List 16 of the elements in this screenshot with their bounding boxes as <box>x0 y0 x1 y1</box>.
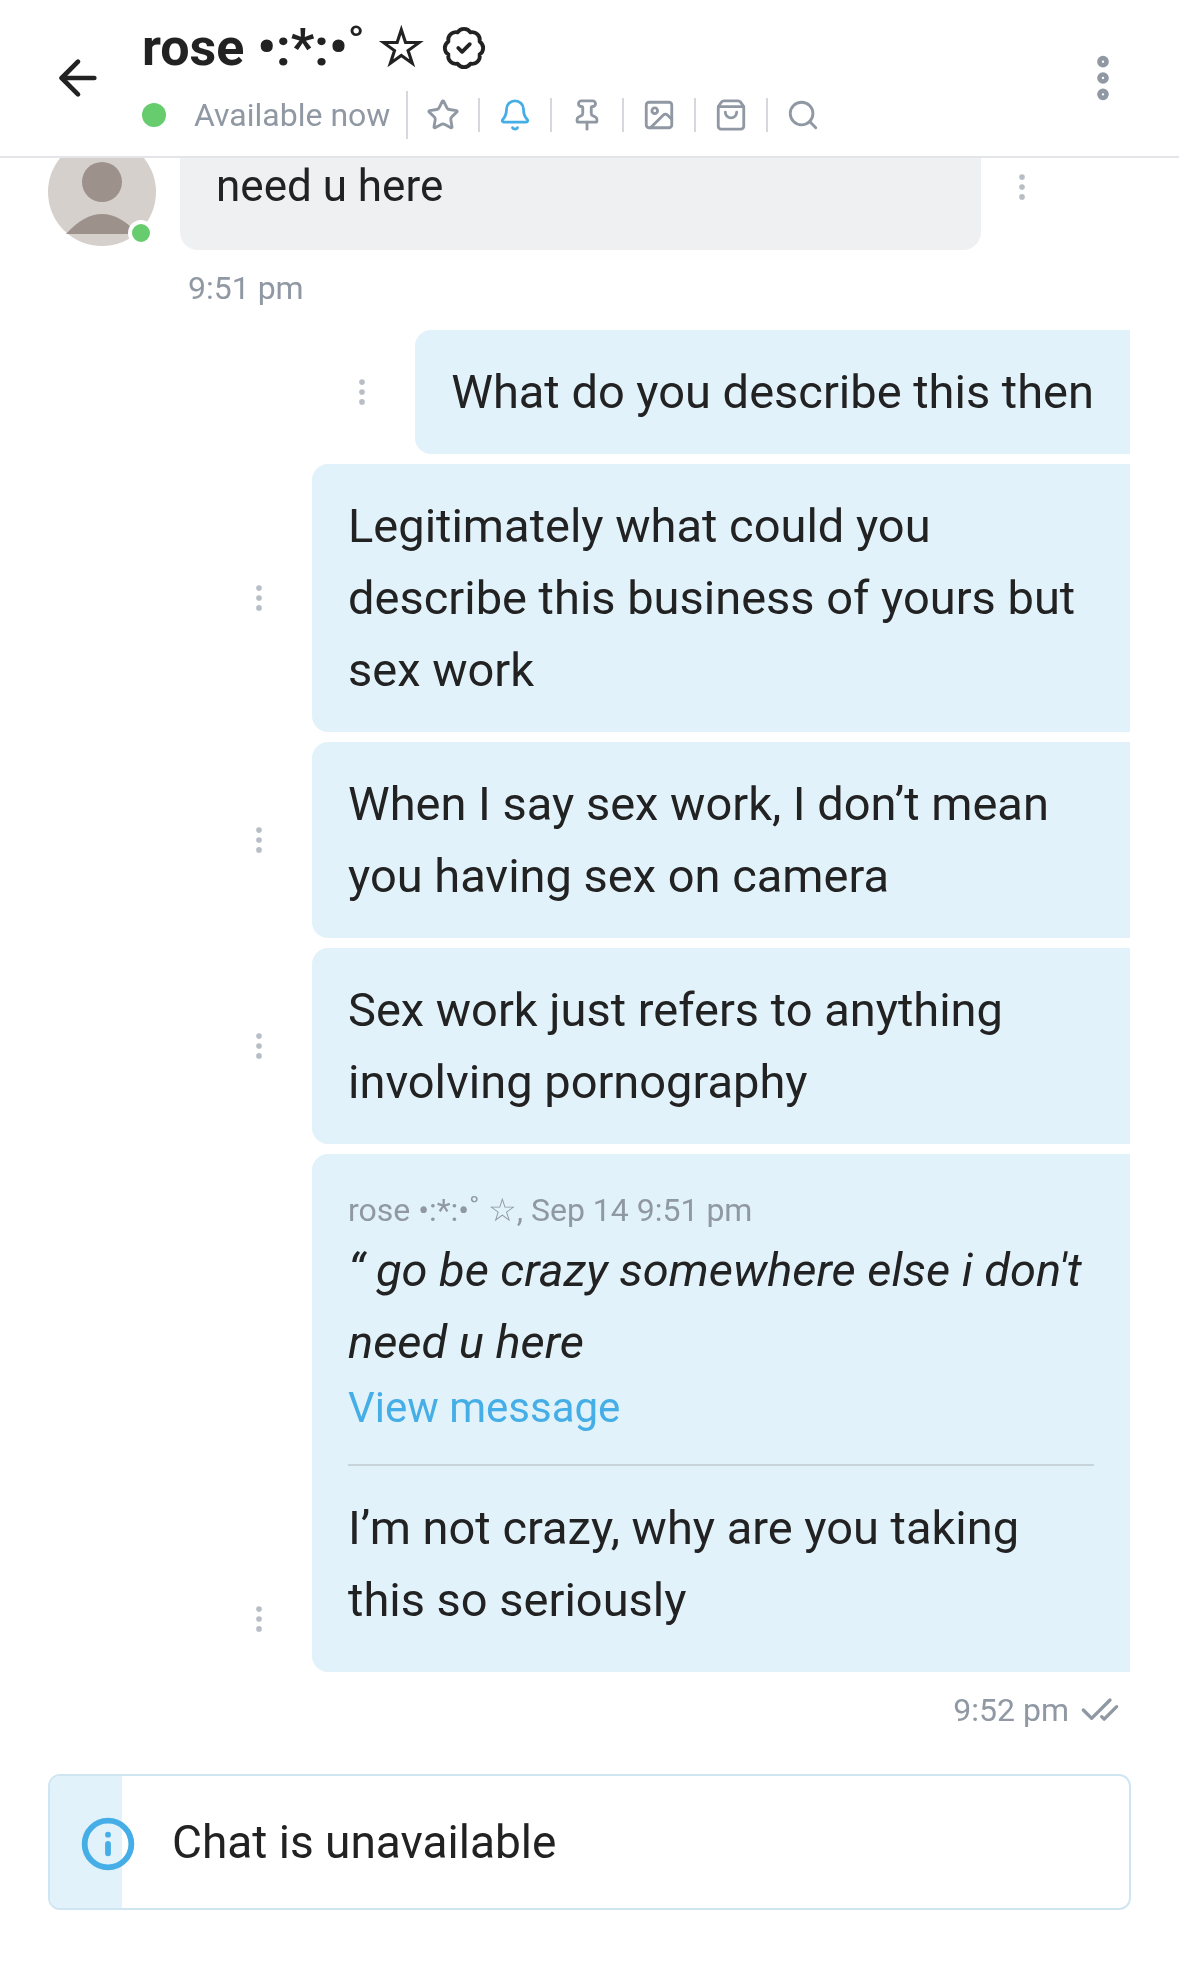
quoted-message: “ go be crazy somewhere else i don't need u here <box>348 1241 1083 1371</box>
view-message-link[interactable]: View message <box>348 1378 1094 1438</box>
status-text: Available now <box>194 91 409 139</box>
timestamp: 9:51 pm <box>188 268 304 309</box>
message-text: I’m not crazy, why are you taking this so seriously <box>348 1499 1021 1629</box>
message-text: What do you describe this then <box>451 363 1094 421</box>
message-text: Sex work just refers to anything involving pornography <box>348 981 1004 1111</box>
star-icon[interactable] <box>426 98 461 132</box>
timestamp: 9:52 pm <box>953 1690 1069 1731</box>
message-text: When I say sex work, I don’t mean you having sex on camera <box>348 775 1050 905</box>
quote-meta: rose •:*:•˚ ☆, Sep 14 9:51 pm <box>348 1190 754 1230</box>
notice-text: Chat is unavailable <box>172 1813 557 1871</box>
message-text: Legitimately what could you describe this business of yours but sex work <box>348 497 1077 699</box>
message-text: need u here <box>216 160 444 212</box>
contact-name: rose •:*:•˚ ☆ <box>142 17 425 79</box>
info-icon <box>80 1816 136 1872</box>
